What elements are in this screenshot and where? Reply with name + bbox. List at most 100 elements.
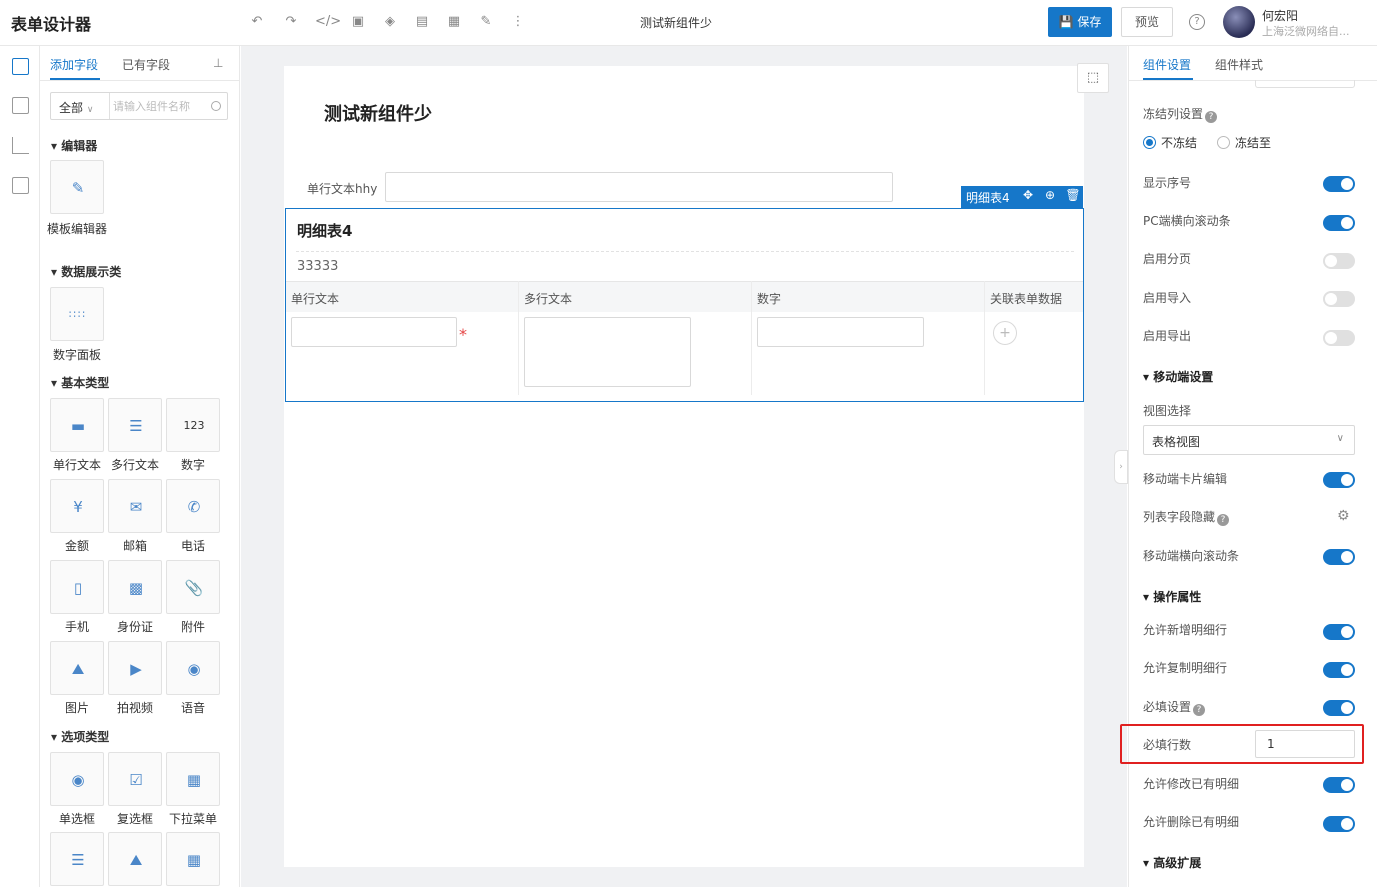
edit-icon[interactable]: ✎ bbox=[476, 12, 496, 32]
add-related-icon[interactable]: + bbox=[993, 321, 1017, 345]
video-icon: ▶ bbox=[130, 660, 142, 678]
setting-label: 移动端卡片编辑 bbox=[1143, 472, 1228, 486]
avatar[interactable] bbox=[1223, 6, 1255, 38]
question-icon[interactable]: ? bbox=[1217, 514, 1230, 526]
toggle-pc-scroll[interactable] bbox=[1323, 215, 1355, 231]
radio-no-freeze[interactable] bbox=[1143, 136, 1156, 149]
question-icon[interactable]: ? bbox=[1193, 704, 1206, 716]
cell-number-input[interactable] bbox=[757, 317, 924, 347]
subtable-description: 33333 bbox=[297, 259, 339, 274]
category-select[interactable]: 全部 ∨ bbox=[59, 99, 93, 116]
list-tile[interactable]: ☰ bbox=[50, 832, 104, 886]
component-library: 添加字段 已有字段 ⊥ 全部 ∨ ▾ 编辑器 ✎ 模板编辑器 ▾ 数据展示类 ∷… bbox=[40, 46, 240, 887]
view-select[interactable]: 表格视图 ∨ bbox=[1143, 425, 1355, 455]
form-title[interactable]: 测试新组件少 bbox=[324, 100, 432, 126]
image-tile[interactable]: ⛰ bbox=[50, 641, 104, 695]
cell-multi-text-input[interactable] bbox=[524, 317, 691, 387]
email-tile[interactable]: ✉ bbox=[108, 479, 162, 533]
chart-icon[interactable]: ▦ bbox=[444, 12, 464, 32]
delete-icon[interactable]: 🗑 bbox=[1065, 188, 1081, 202]
help-icon[interactable]: ? bbox=[1189, 14, 1205, 30]
tile-label: 手机 bbox=[64, 620, 89, 634]
group-options[interactable]: ▾ 选项类型 bbox=[51, 728, 109, 745]
column-header[interactable]: 单行文本 bbox=[291, 290, 339, 307]
tile-label: 单选框 bbox=[58, 812, 95, 826]
toggle-required[interactable] bbox=[1323, 700, 1355, 716]
setting-label: 列表字段隐藏? bbox=[1143, 508, 1230, 526]
column-header[interactable]: 关联表单数据 bbox=[990, 290, 1062, 307]
checkbox-tile[interactable]: ☑ bbox=[108, 752, 162, 806]
gear-icon[interactable]: ⚙ bbox=[1337, 508, 1350, 524]
radio-freeze-to[interactable] bbox=[1217, 136, 1230, 149]
fit-screen-icon[interactable]: ⬚ bbox=[1077, 63, 1109, 93]
preview-button[interactable]: 预览 bbox=[1121, 7, 1173, 37]
toggle-mobile-card[interactable] bbox=[1323, 472, 1355, 488]
section-advanced[interactable]: ▾ 高级扩展 bbox=[1143, 854, 1201, 871]
add-circle-icon[interactable]: ⊕ bbox=[1042, 188, 1058, 202]
dropdown-tile[interactable]: ▦ bbox=[166, 752, 220, 806]
radio-tile[interactable]: ◉ bbox=[50, 752, 104, 806]
group-basic[interactable]: ▾ 基本类型 bbox=[51, 374, 109, 391]
tab-component-settings[interactable]: 组件设置 bbox=[1143, 56, 1191, 73]
section-ops[interactable]: ▾ 操作属性 bbox=[1143, 588, 1201, 605]
image-icon: ⛰ bbox=[71, 660, 85, 678]
group-data-display[interactable]: ▾ 数据展示类 bbox=[51, 263, 121, 280]
chart-icon[interactable] bbox=[12, 137, 29, 154]
template-editor-tile[interactable]: ✎ bbox=[50, 160, 104, 214]
layout-icon[interactable] bbox=[12, 97, 29, 114]
toggle-show-index[interactable] bbox=[1323, 176, 1355, 192]
phone-tile[interactable]: ✆ bbox=[166, 479, 220, 533]
image-select-tile[interactable]: ⛰ bbox=[108, 832, 162, 886]
voice-tile[interactable]: ◉ bbox=[166, 641, 220, 695]
dropdown-icon: ▦ bbox=[186, 771, 202, 789]
mobile-tile[interactable]: ▯ bbox=[50, 560, 104, 614]
chevron-down-icon: ∨ bbox=[1336, 433, 1344, 444]
database-icon[interactable]: ▤ bbox=[412, 12, 432, 32]
toggle-allow-edit[interactable] bbox=[1323, 777, 1355, 793]
search-input[interactable] bbox=[113, 97, 208, 115]
toggle-allow-add[interactable] bbox=[1323, 624, 1355, 640]
image-icon[interactable]: ▣ bbox=[348, 12, 368, 32]
layers-icon[interactable]: ◈ bbox=[380, 12, 400, 32]
attachment-tile[interactable]: 📎 bbox=[166, 560, 220, 614]
undo-icon[interactable]: ↶ bbox=[247, 12, 267, 32]
tile-label: 复选框 bbox=[116, 812, 153, 826]
column-header[interactable]: 数字 bbox=[757, 290, 781, 307]
code-icon[interactable]: </> bbox=[315, 12, 341, 32]
tile-label: 下拉菜单 bbox=[168, 812, 217, 826]
number-panel-tile[interactable]: ∷∷ bbox=[50, 287, 104, 341]
amount-tile[interactable]: ¥ bbox=[50, 479, 104, 533]
move-icon[interactable]: ✥ bbox=[1020, 188, 1036, 202]
number-tile[interactable]: 123 bbox=[166, 398, 220, 452]
save-button[interactable]: 💾 保存 bbox=[1048, 7, 1112, 37]
toggle-mobile-scroll[interactable] bbox=[1323, 549, 1355, 565]
redo-icon[interactable]: ↷ bbox=[281, 12, 301, 32]
cell-single-text-input[interactable] bbox=[291, 317, 457, 347]
group-editor[interactable]: ▾ 编辑器 bbox=[51, 137, 97, 154]
tab-component-style[interactable]: 组件样式 bbox=[1215, 56, 1263, 73]
single-text-tile[interactable]: ▬ bbox=[50, 398, 104, 452]
tab-existing-field[interactable]: 已有字段 bbox=[122, 56, 170, 73]
text-style-icon[interactable] bbox=[12, 177, 29, 194]
toggle-allow-copy[interactable] bbox=[1323, 662, 1355, 678]
toggle-paging[interactable] bbox=[1323, 253, 1355, 269]
search-icon[interactable] bbox=[211, 101, 221, 111]
section-mobile[interactable]: ▾ 移动端设置 bbox=[1143, 368, 1213, 385]
video-tile[interactable]: ▶ bbox=[108, 641, 162, 695]
toggle-export[interactable] bbox=[1323, 330, 1355, 346]
grid-select-tile[interactable]: ▦ bbox=[166, 832, 220, 886]
tab-add-field[interactable]: 添加字段 bbox=[50, 56, 98, 73]
multi-text-tile[interactable]: ☰ bbox=[108, 398, 162, 452]
question-icon[interactable]: ? bbox=[1205, 111, 1218, 123]
single-line-text-field[interactable] bbox=[385, 172, 893, 202]
text-field-icon[interactable] bbox=[12, 58, 29, 75]
collapse-panel-icon[interactable]: › bbox=[1114, 450, 1128, 484]
column-header[interactable]: 多行文本 bbox=[524, 290, 572, 307]
attachment-icon: 📎 bbox=[184, 579, 204, 597]
toggle-import[interactable] bbox=[1323, 291, 1355, 307]
pin-icon[interactable]: ⊥ bbox=[213, 56, 223, 70]
subtable[interactable]: 明细表4 33333 单行文本 多行文本 数字 关联表单数据 * + bbox=[285, 208, 1084, 402]
toggle-allow-delete[interactable] bbox=[1323, 816, 1355, 832]
more-icon[interactable]: ⋮ bbox=[508, 12, 528, 32]
id-card-tile[interactable]: ▩ bbox=[108, 560, 162, 614]
